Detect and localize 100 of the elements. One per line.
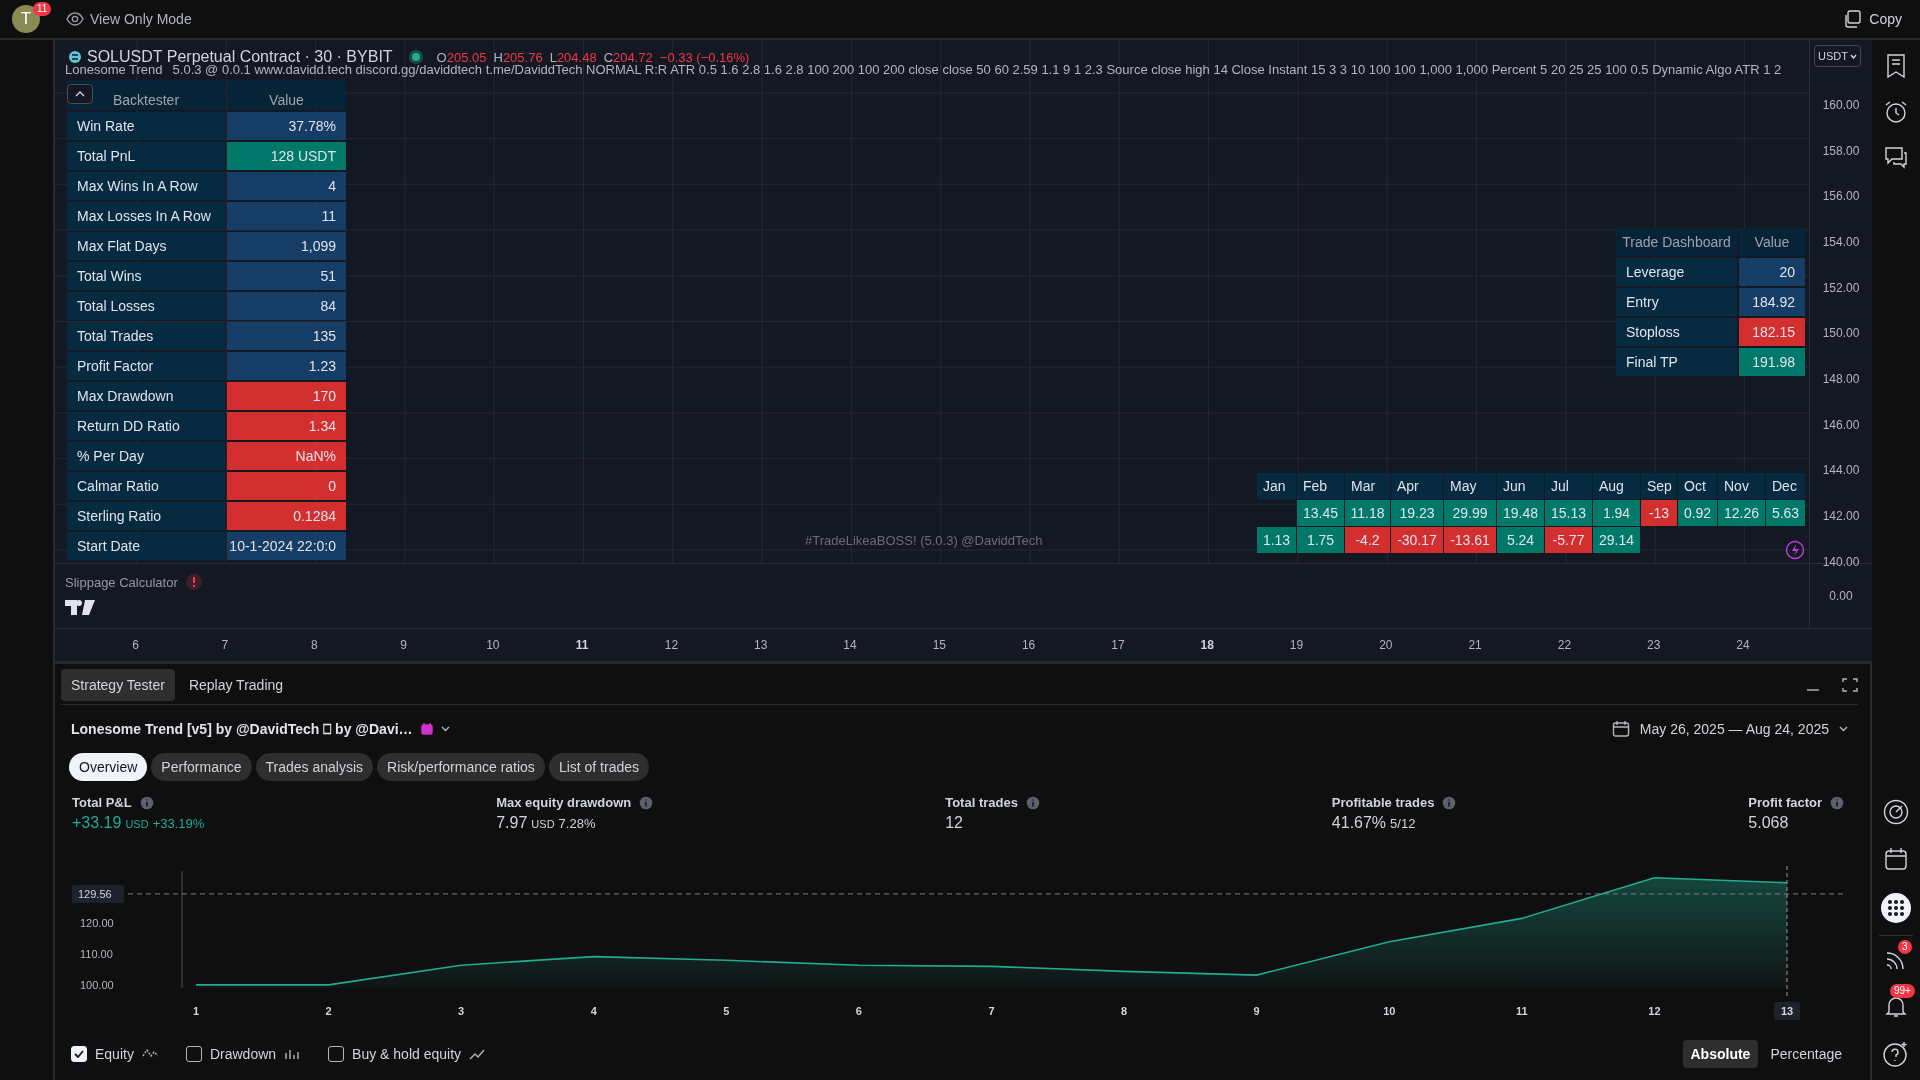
calendar-icon[interactable] bbox=[1884, 847, 1908, 871]
metric-label: Total P&L bbox=[72, 795, 132, 810]
table-cell: 20 bbox=[1739, 258, 1805, 286]
time-label: 13 bbox=[753, 637, 769, 654]
signature-text: #TradeLikeaBOSS! (5.0.3) @DaviddTech bbox=[805, 533, 1043, 548]
table-cell: Entry bbox=[1616, 288, 1737, 316]
panel-tab[interactable]: Strategy Tester bbox=[61, 669, 175, 701]
table-cell: % Per Day bbox=[67, 442, 225, 470]
report-tab[interactable]: Risk/performance ratios bbox=[377, 753, 545, 781]
help-icon[interactable] bbox=[1882, 1040, 1910, 1068]
time-label: 10 bbox=[485, 637, 501, 654]
currency-dropdown[interactable]: USDT bbox=[1814, 45, 1861, 67]
table-cell: 15.13 bbox=[1545, 500, 1592, 526]
report-tab[interactable]: Performance bbox=[151, 753, 252, 781]
table-header: Value bbox=[1739, 228, 1805, 256]
table-cell: Total Losses bbox=[67, 292, 225, 320]
eye-icon bbox=[66, 12, 84, 26]
info-icon[interactable] bbox=[1442, 795, 1457, 810]
table-header: Value bbox=[227, 80, 346, 110]
table-cell: Win Rate bbox=[67, 112, 225, 140]
symbol-title: SOLUSDT Perpetual Contract · 30 · BYBIT bbox=[87, 48, 393, 65]
price-label: 146.00 bbox=[1822, 416, 1860, 434]
table-cell: 184.92 bbox=[1739, 288, 1805, 316]
chevron-down-icon[interactable] bbox=[440, 726, 450, 732]
chevron-down-icon bbox=[1839, 726, 1848, 732]
info-icon[interactable] bbox=[1830, 795, 1844, 810]
table-cell: -13 bbox=[1641, 500, 1677, 526]
table-header: Trade Dashboard bbox=[1616, 228, 1737, 256]
lightning-icon[interactable] bbox=[1785, 540, 1805, 560]
table-cell: 10-1-2024 22:0:0 bbox=[227, 532, 346, 560]
caret-icon bbox=[1849, 53, 1857, 59]
table-cell: Max Losses In A Row bbox=[67, 202, 225, 230]
ohlc-value: L204.48 bbox=[549, 49, 597, 65]
status-dot bbox=[411, 53, 420, 61]
time-label: 23 bbox=[1646, 637, 1662, 654]
table-header: Jul bbox=[1545, 473, 1592, 499]
table-cell: 135 bbox=[227, 322, 346, 350]
checkbox[interactable] bbox=[328, 1046, 345, 1062]
chevron-up-icon bbox=[75, 91, 85, 97]
notification-badge: 11 bbox=[33, 2, 52, 16]
panel-tab[interactable]: Replay Trading bbox=[178, 669, 294, 701]
table-cell: -30.17 bbox=[1391, 527, 1443, 553]
scale-toggle[interactable]: Percentage bbox=[1762, 1040, 1850, 1068]
pane-title: Slippage Calculator bbox=[65, 574, 178, 590]
axis-label: 120.00 bbox=[80, 917, 114, 930]
price-label: 140.00 bbox=[1822, 553, 1860, 571]
axis-label: 11 bbox=[1516, 1005, 1528, 1017]
table-cell: 11.18 bbox=[1345, 500, 1390, 526]
check-icon bbox=[74, 1050, 84, 1058]
time-label: 12 bbox=[663, 637, 680, 654]
table-header: Jan bbox=[1257, 473, 1296, 499]
report-tab[interactable]: Trades analysis bbox=[255, 753, 374, 781]
table-cell: 1,099 bbox=[227, 232, 346, 260]
report-tab[interactable]: Overview bbox=[69, 753, 148, 781]
table-cell: 1.94 bbox=[1593, 500, 1640, 526]
logo[interactable] bbox=[65, 600, 95, 615]
date-range-button[interactable]: May 26, 2025 — Aug 24, 2025 bbox=[1605, 719, 1854, 739]
table-header: Apr bbox=[1391, 473, 1443, 499]
time-label: 16 bbox=[1020, 637, 1037, 654]
calendar-icon bbox=[1611, 720, 1630, 738]
info-icon[interactable] bbox=[139, 795, 154, 810]
copy-icon bbox=[1843, 10, 1862, 28]
metric-value: +33.19 USD +33.19% bbox=[72, 814, 205, 832]
checkbox[interactable] bbox=[185, 1046, 202, 1062]
table-cell: Leverage bbox=[1616, 258, 1737, 286]
alarm-clock-icon[interactable] bbox=[1884, 100, 1908, 124]
price-label: 154.00 bbox=[1822, 233, 1860, 251]
chat-icon[interactable] bbox=[1884, 146, 1908, 170]
target-icon[interactable] bbox=[1883, 799, 1909, 825]
time-label: 21 bbox=[1467, 637, 1483, 654]
table-cell: 5.24 bbox=[1497, 527, 1544, 553]
price-label: 160.00 bbox=[1822, 96, 1860, 114]
scale-toggle[interactable]: Absolute bbox=[1682, 1040, 1759, 1068]
table-cell: NaN% bbox=[227, 442, 346, 470]
price-label: 0.00 bbox=[1829, 588, 1853, 605]
notification-badge: 99+ bbox=[1890, 984, 1915, 998]
metric-value: 12 bbox=[945, 814, 964, 832]
table-cell: 84 bbox=[227, 292, 346, 320]
table-cell: 191.98 bbox=[1739, 348, 1805, 376]
axis-label: 9 bbox=[1253, 1005, 1260, 1017]
metric-label: Profitable trades bbox=[1331, 795, 1435, 810]
info-icon[interactable] bbox=[1025, 795, 1040, 810]
collapse-button[interactable] bbox=[67, 84, 93, 104]
ohlc-value: C204.72 bbox=[603, 49, 653, 65]
info-icon[interactable] bbox=[639, 795, 654, 810]
table-cell: Max Flat Days bbox=[67, 232, 225, 260]
copy-button[interactable]: Copy bbox=[1837, 6, 1908, 32]
axis-label: 2 bbox=[325, 1005, 332, 1017]
apps-grid-icon[interactable] bbox=[1881, 893, 1911, 923]
price-label: 150.00 bbox=[1822, 325, 1860, 343]
watchlist-icon[interactable] bbox=[1885, 54, 1907, 78]
table-cell: 19.23 bbox=[1391, 500, 1443, 526]
table-cell: 19.48 bbox=[1497, 500, 1544, 526]
y-tick-label: 129.56 bbox=[78, 887, 112, 900]
axis-label: 1 bbox=[192, 1005, 200, 1017]
metric-value: 7.97 USD 7.28% bbox=[496, 814, 597, 832]
table-cell: 29.99 bbox=[1444, 500, 1496, 526]
maximize-icon[interactable] bbox=[1842, 678, 1858, 692]
table-header: Aug bbox=[1593, 473, 1640, 499]
report-tab[interactable]: List of trades bbox=[548, 753, 650, 781]
